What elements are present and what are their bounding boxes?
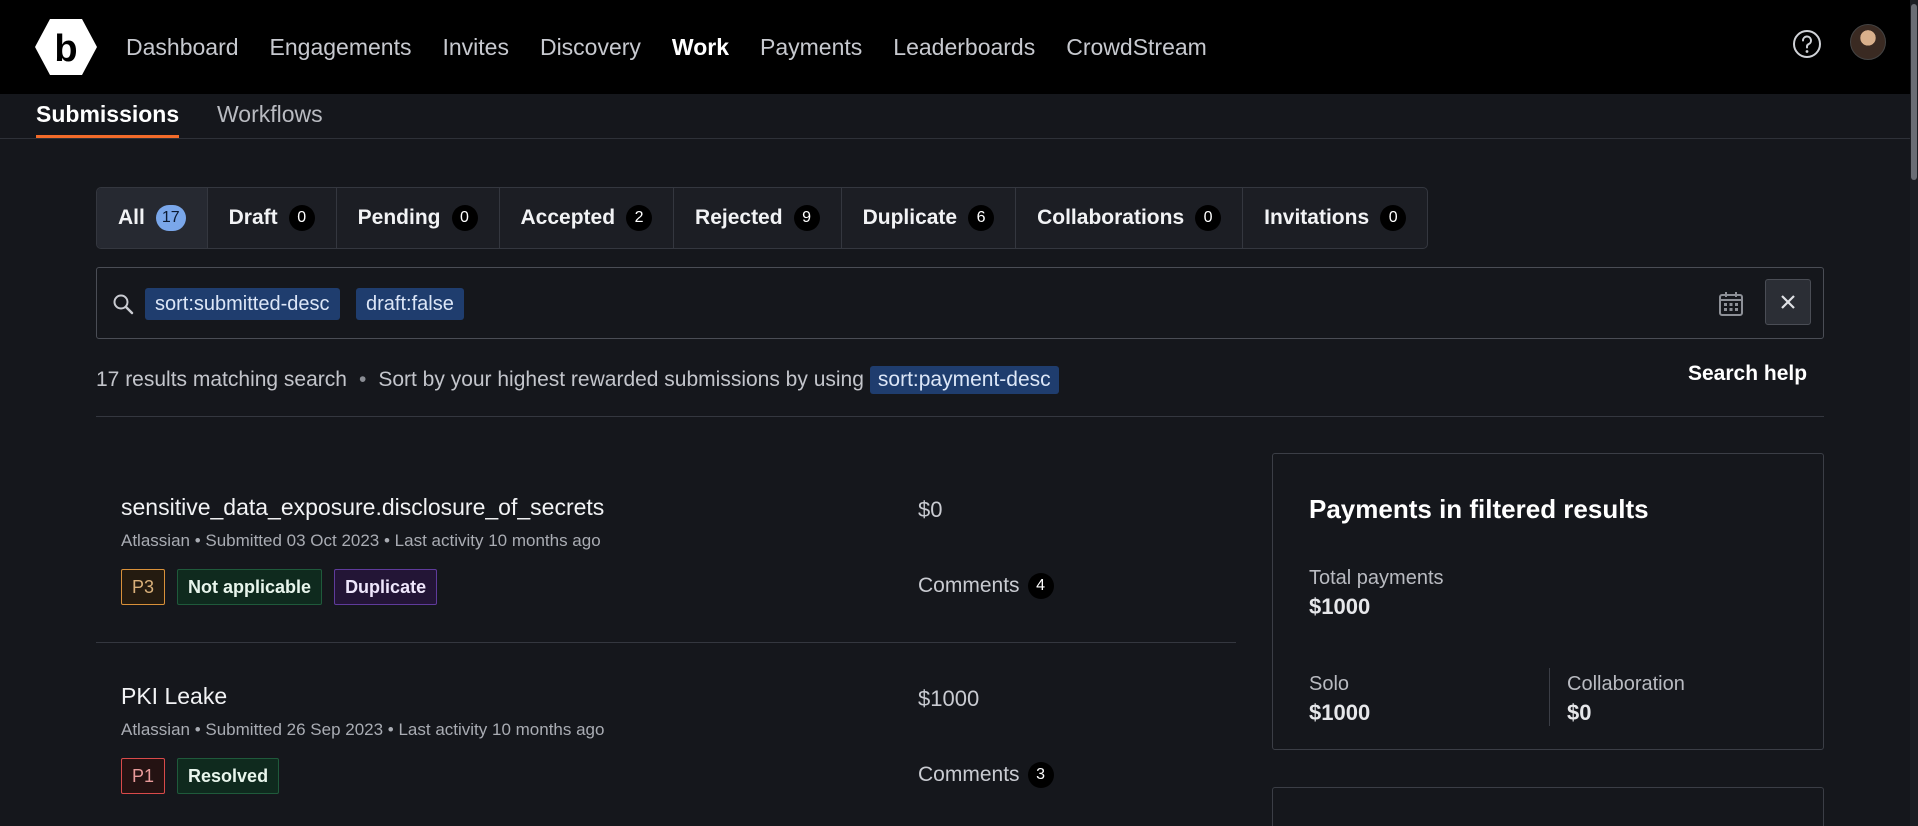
badge-row: P1 Resolved (121, 758, 280, 794)
status-tab-draft[interactable]: Draft 0 (208, 188, 337, 248)
status-tab-label: Draft (228, 206, 278, 229)
divider (96, 416, 1824, 417)
nav-discovery[interactable]: Discovery (540, 30, 641, 64)
bugcrowd-logo-icon[interactable]: b (34, 17, 98, 77)
status-tab-label: Collaborations (1037, 206, 1185, 229)
help-icon[interactable] (1791, 28, 1823, 60)
search-input[interactable]: sort:submitted-desc draft:false (96, 267, 1824, 339)
comments-link[interactable]: Comments 3 (918, 762, 1054, 788)
comments-count: 3 (1027, 762, 1054, 788)
search-chip-sort[interactable]: sort:submitted-desc (145, 288, 340, 320)
count-badge: 17 (155, 205, 186, 231)
nav-invites[interactable]: Invites (442, 30, 508, 64)
panel-divider (1549, 668, 1550, 726)
scrollbar-thumb[interactable] (1911, 4, 1917, 180)
submission-row[interactable]: PKI Leake Atlassian • Submitted 26 Sep 2… (96, 644, 1236, 826)
count-badge: 2 (626, 205, 653, 231)
tab-workflows[interactable]: Workflows (217, 94, 323, 134)
clear-search-button[interactable] (1765, 279, 1811, 325)
close-icon (1781, 295, 1795, 309)
avatar[interactable] (1850, 24, 1886, 60)
search-help-link[interactable]: Search help (1688, 362, 1807, 386)
collaboration-label: Collaboration (1567, 673, 1685, 695)
status-tab-collaborations[interactable]: Collaborations 0 (1016, 188, 1244, 248)
results-count: 17 results matching search (96, 368, 347, 391)
total-payments-label: Total payments (1309, 567, 1444, 589)
status-tab-all[interactable]: All 17 (97, 188, 208, 248)
total-payments-value: $1000 (1309, 594, 1371, 619)
sort-code-chip[interactable]: sort:payment-desc (869, 366, 1059, 394)
solo-label: Solo (1309, 673, 1350, 695)
count-badge: 9 (793, 205, 820, 231)
state-badge: Not applicable (177, 569, 323, 605)
reward-amount: $1000 (918, 686, 980, 711)
nav-dashboard[interactable]: Dashboard (126, 30, 239, 64)
submission-meta: Atlassian • Submitted 26 Sep 2023 • Last… (121, 720, 605, 739)
nav-work[interactable]: Work (672, 30, 729, 64)
tab-submissions[interactable]: Submissions (36, 94, 180, 138)
badge-row: P3 Not applicable Duplicate (121, 569, 438, 605)
secondary-panel (1272, 787, 1824, 826)
search-icon (113, 294, 134, 315)
sub-tabs: Submissions Workflows (0, 94, 1918, 139)
comments-label: Comments (918, 763, 1020, 786)
status-filter-tabs: All 17 Draft 0 Pending 0 Accepted 2 Reje… (96, 187, 1429, 249)
submission-title[interactable]: PKI Leake (121, 683, 227, 710)
count-badge: 6 (968, 205, 995, 231)
status-tab-label: All (118, 206, 145, 229)
nav-links: Dashboard Engagements Invites Discovery … (126, 30, 1238, 64)
state-badge: Duplicate (334, 569, 438, 605)
status-tab-label: Rejected (695, 206, 783, 229)
priority-badge: P3 (121, 569, 166, 605)
state-badge: Resolved (177, 758, 280, 794)
nav-payments[interactable]: Payments (760, 30, 862, 64)
status-tab-invitations[interactable]: Invitations 0 (1243, 188, 1427, 248)
payments-title: Payments in filtered results (1309, 494, 1649, 524)
payments-panel: Payments in filtered results Total payme… (1272, 453, 1824, 750)
submission-meta: Atlassian • Submitted 03 Oct 2023 • Last… (121, 531, 601, 550)
status-tab-label: Duplicate (862, 206, 958, 229)
status-tab-duplicate[interactable]: Duplicate 6 (842, 188, 1017, 248)
comments-label: Comments (918, 574, 1020, 597)
sort-hint: Sort by your highest rewarded submission… (378, 368, 864, 391)
priority-badge: P1 (121, 758, 166, 794)
count-badge: 0 (1380, 205, 1407, 231)
status-tab-label: Accepted (520, 206, 616, 229)
nav-leaderboards[interactable]: Leaderboards (893, 30, 1035, 64)
reward-amount: $0 (918, 497, 943, 522)
results-summary: 17 results matching search • Sort by you… (96, 366, 1059, 394)
collaboration-value: $0 (1567, 700, 1592, 725)
submission-title[interactable]: sensitive_data_exposure.disclosure_of_se… (121, 494, 604, 521)
nav-crowdstream[interactable]: CrowdStream (1066, 30, 1207, 64)
status-tab-rejected[interactable]: Rejected 9 (674, 188, 842, 248)
status-tab-label: Invitations (1264, 206, 1370, 229)
search-chip-draft[interactable]: draft:false (356, 288, 464, 320)
top-navigation: b Dashboard Engagements Invites Discover… (0, 0, 1918, 94)
status-tab-accepted[interactable]: Accepted 2 (500, 188, 675, 248)
status-tab-pending[interactable]: Pending 0 (337, 188, 500, 248)
nav-engagements[interactable]: Engagements (270, 30, 412, 64)
svg-text:b: b (54, 28, 77, 70)
status-tab-label: Pending (357, 206, 441, 229)
count-badge: 0 (451, 205, 478, 231)
submission-row[interactable]: sensitive_data_exposure.disclosure_of_se… (96, 455, 1236, 643)
comments-link[interactable]: Comments 4 (918, 573, 1054, 599)
separator-dot: • (358, 368, 367, 391)
count-badge: 0 (1195, 205, 1222, 231)
count-badge: 0 (288, 205, 315, 231)
solo-value: $1000 (1309, 700, 1371, 725)
calendar-icon[interactable] (1717, 290, 1745, 318)
comments-count: 4 (1027, 573, 1054, 599)
